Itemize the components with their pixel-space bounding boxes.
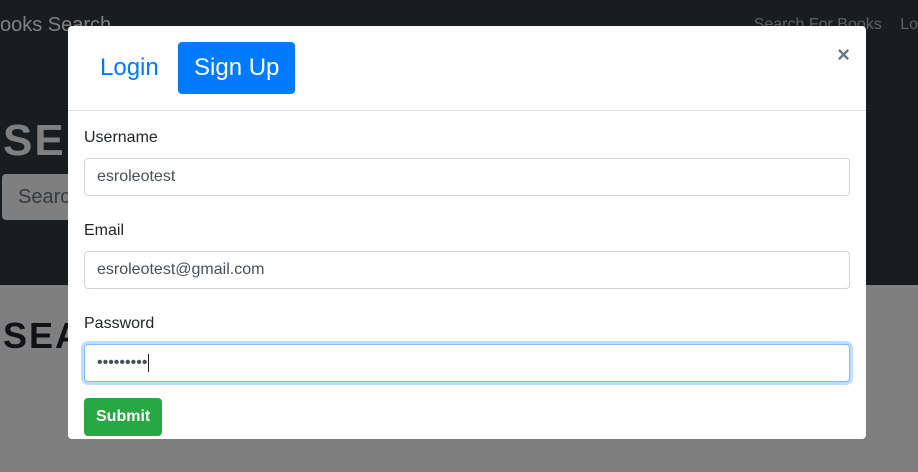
password-value: ••••••••• <box>97 354 148 371</box>
password-field[interactable]: ••••••••• <box>84 344 850 382</box>
password-label: Password <box>84 315 155 332</box>
email-field[interactable]: esroleotest@gmail.com <box>84 251 850 289</box>
submit-button[interactable]: Submit <box>84 398 163 436</box>
signup-form: Username esroleotest Email esroleotest@g… <box>68 111 866 436</box>
modal-header: Login Sign Up × <box>68 26 866 111</box>
tab-login[interactable]: Login <box>84 42 175 94</box>
email-label: Email <box>84 222 125 239</box>
auth-modal: Login Sign Up × Username esroleotest Ema… <box>68 26 866 439</box>
username-field[interactable]: esroleotest <box>84 158 850 196</box>
tab-signup[interactable]: Sign Up <box>178 42 296 94</box>
username-label: Username <box>84 129 158 146</box>
close-icon[interactable]: × <box>837 42 850 68</box>
text-caret <box>148 353 150 372</box>
